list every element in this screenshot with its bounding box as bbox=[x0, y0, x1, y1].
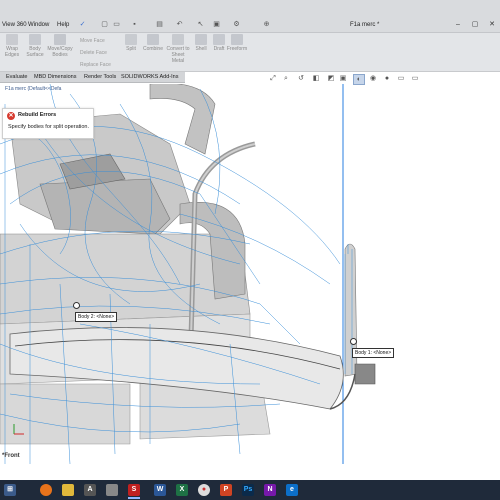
move-face-item[interactable]: Move Face bbox=[80, 38, 105, 44]
close-icon[interactable]: ✕ bbox=[484, 19, 500, 30]
body-icon bbox=[29, 34, 41, 45]
split-icon bbox=[125, 34, 137, 45]
replace-face-item[interactable]: Replace Face bbox=[80, 62, 111, 68]
tab-render-tools[interactable]: Render Tools bbox=[81, 72, 119, 82]
tab-evaluate[interactable]: Evaluate bbox=[3, 72, 30, 82]
chrome-icon[interactable]: ● bbox=[198, 484, 210, 496]
solidworks-icon[interactable]: S bbox=[128, 484, 140, 496]
view-settings-icon[interactable]: ▭ bbox=[410, 74, 420, 83]
split-button[interactable]: Split bbox=[120, 34, 142, 52]
menu-view360[interactable]: View 360 bbox=[2, 22, 27, 28]
app-icon[interactable] bbox=[106, 484, 118, 496]
graphics-area[interactable] bbox=[0, 84, 500, 480]
circle-plus-icon[interactable]: ⊕ bbox=[262, 20, 271, 29]
onenote-icon[interactable]: N bbox=[264, 484, 276, 496]
autocad-icon[interactable]: A bbox=[84, 484, 96, 496]
combine-icon bbox=[147, 34, 159, 45]
active-indicator bbox=[128, 497, 140, 499]
edge-icon[interactable]: e bbox=[286, 484, 298, 496]
wrap-edges-button[interactable]: Wrap Edges bbox=[1, 34, 23, 58]
tab-solidworks-addins[interactable]: SOLIDWORKS Add-Ins bbox=[118, 72, 181, 82]
body-surface-button[interactable]: Body Surface bbox=[24, 34, 46, 58]
zoom-fit-icon[interactable]: ⤢ bbox=[268, 74, 278, 83]
photoshop-icon[interactable]: Ps bbox=[242, 484, 254, 496]
callout-anchor bbox=[73, 302, 80, 309]
title-bar bbox=[0, 0, 500, 33]
previous-view-icon[interactable]: ↺ bbox=[296, 74, 306, 83]
excel-icon[interactable]: X bbox=[176, 484, 188, 496]
callout-anchor bbox=[350, 338, 357, 345]
freeform-icon bbox=[231, 34, 243, 45]
command-ribbon bbox=[0, 33, 500, 72]
scene-icon[interactable]: ▭ bbox=[396, 74, 406, 83]
error-title: Rebuild Errors bbox=[18, 112, 57, 118]
document-title: F1a merc * bbox=[350, 22, 380, 28]
word-icon[interactable]: W bbox=[154, 484, 166, 496]
maximize-icon[interactable]: ▢ bbox=[467, 19, 483, 30]
hide-show-icon[interactable]: ◉ bbox=[368, 74, 378, 83]
start-icon[interactable]: ⊞ bbox=[4, 484, 16, 496]
appearance-icon[interactable]: ● bbox=[382, 74, 392, 83]
select-icon[interactable]: ↖ bbox=[196, 20, 205, 29]
firefox-icon[interactable] bbox=[40, 484, 52, 496]
body-2-callout[interactable]: Body 2: <None> bbox=[75, 312, 118, 322]
sheet-metal-icon bbox=[172, 34, 184, 45]
rebuild-error-popup[interactable]: ✕ Rebuild Errors Specify bodies for spli… bbox=[2, 108, 94, 139]
menu-window[interactable]: Window bbox=[28, 22, 49, 28]
section-view-icon[interactable]: ◧ bbox=[311, 74, 321, 83]
wrap-icon bbox=[6, 34, 18, 45]
open-icon[interactable]: ▭ bbox=[112, 20, 121, 29]
print-icon[interactable]: ▤ bbox=[155, 20, 164, 29]
rebuild-icon[interactable]: ▣ bbox=[212, 20, 221, 29]
convert-sheet-metal-button[interactable]: Convert to Sheet Metal bbox=[165, 34, 191, 64]
freeform-button[interactable]: Freeform bbox=[226, 34, 248, 52]
powerpoint-icon[interactable]: P bbox=[220, 484, 232, 496]
pin-icon[interactable]: ✓ bbox=[78, 20, 87, 29]
combine-button[interactable]: Combine bbox=[142, 34, 164, 52]
body-1-callout[interactable]: Body 1: <None> bbox=[352, 348, 395, 358]
tab-mbd-dimensions[interactable]: MBD Dimensions bbox=[31, 72, 79, 82]
move-copy-button[interactable]: Move/Copy Bodies bbox=[47, 34, 73, 58]
error-message: Specify bodies for split operation. bbox=[8, 124, 90, 130]
explorer-icon[interactable] bbox=[62, 484, 74, 496]
zoom-area-icon[interactable]: ⌕ bbox=[281, 74, 291, 83]
view-orientation-label: *Front bbox=[2, 453, 20, 459]
move-copy-icon bbox=[54, 34, 66, 45]
delete-face-item[interactable]: Delete Face bbox=[80, 50, 107, 56]
new-icon[interactable]: ▢ bbox=[100, 20, 109, 29]
minimize-icon[interactable]: – bbox=[450, 19, 466, 30]
error-icon: ✕ bbox=[7, 112, 15, 120]
view-orientation-icon[interactable]: ▣ bbox=[338, 74, 348, 83]
shell-icon bbox=[195, 34, 207, 45]
undo-icon[interactable]: ↶ bbox=[175, 20, 184, 29]
save-icon[interactable]: ▪ bbox=[130, 20, 139, 29]
menu-help[interactable]: Help bbox=[57, 22, 69, 28]
dynamic-annotation-icon[interactable]: ◩ bbox=[326, 74, 336, 83]
options-icon[interactable]: ⚙ bbox=[232, 20, 241, 29]
draft-icon bbox=[213, 34, 225, 45]
